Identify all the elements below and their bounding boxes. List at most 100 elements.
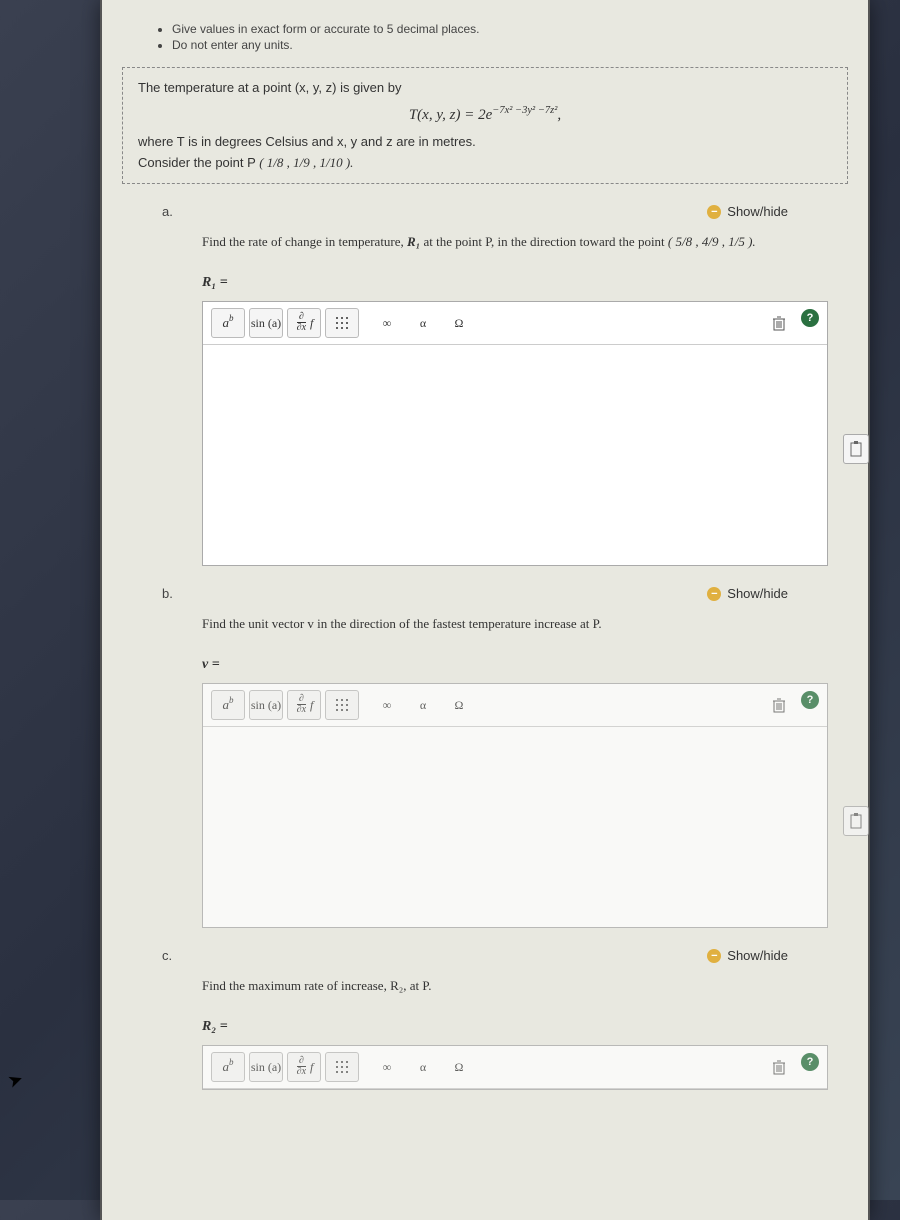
clipboard-button[interactable] bbox=[843, 806, 869, 836]
partial-button[interactable]: ∂∂x f bbox=[287, 690, 321, 720]
toolbar-a: ab sin (a) ∂∂x f ∞ α Ω bbox=[203, 302, 827, 345]
p-den: ∂x bbox=[295, 323, 308, 335]
ab-b: b bbox=[229, 313, 234, 323]
p-f: f bbox=[310, 316, 313, 331]
toolbar-c: ab sin (a) ∂∂x f ∞ α Ω bbox=[203, 1046, 827, 1089]
omega-button[interactable]: Ω bbox=[443, 309, 475, 337]
q-r1: R₁ bbox=[407, 234, 420, 249]
trash-icon bbox=[771, 314, 787, 332]
superscript-button[interactable]: ab bbox=[211, 690, 245, 720]
sin-button[interactable]: sin (a) bbox=[249, 308, 283, 338]
part-a-question: Find the rate of change in temperature, … bbox=[202, 234, 828, 250]
infinity-button[interactable]: ∞ bbox=[371, 1053, 403, 1081]
showhide-toggle[interactable]: − Show/hide bbox=[707, 586, 788, 601]
part-b-header: b. − Show/hide bbox=[162, 586, 848, 601]
delete-button[interactable] bbox=[763, 309, 795, 337]
editor-input-b[interactable] bbox=[203, 727, 827, 927]
superscript-button[interactable]: ab bbox=[211, 1052, 245, 1082]
toolbar-b: ab sin (a) ∂∂x f ∞ α Ω bbox=[203, 684, 827, 727]
part-c-question: Find the maximum rate of increase, R₂, a… bbox=[202, 978, 828, 994]
p-den: ∂x bbox=[295, 705, 308, 717]
delete-button[interactable] bbox=[763, 691, 795, 719]
showhide-text: Show/hide bbox=[727, 204, 788, 219]
formula-end: , bbox=[557, 107, 561, 123]
problem-where: where T is in degrees Celsius and x, y a… bbox=[138, 134, 832, 149]
superscript-button[interactable]: ab bbox=[211, 308, 245, 338]
trash-icon bbox=[771, 696, 787, 714]
matrix-button[interactable] bbox=[325, 1052, 359, 1082]
p-f: f bbox=[310, 1060, 313, 1075]
sin-button[interactable]: sin (a) bbox=[249, 690, 283, 720]
problem-consider: Consider the point P ( 1/8 , 1/9 , 1/10 … bbox=[138, 155, 832, 171]
matrix-button[interactable] bbox=[325, 690, 359, 720]
part-b-question: Find the unit vector v in the direction … bbox=[202, 616, 828, 632]
consider-text: Consider the point P bbox=[138, 155, 256, 170]
q-pre: Find the rate of change in temperature, bbox=[202, 234, 407, 249]
minus-icon: − bbox=[707, 949, 721, 963]
part-a: a. − Show/hide Find the rate of change i… bbox=[122, 204, 848, 566]
clipboard-button[interactable] bbox=[843, 434, 869, 464]
answer-label-a: R₁ = bbox=[202, 275, 828, 291]
point-p: ( 1/8 , 1/9 , 1/10 ). bbox=[259, 155, 353, 170]
p-f: f bbox=[310, 698, 313, 713]
instructions-list: Give values in exact form or accurate to… bbox=[122, 22, 848, 52]
infinity-button[interactable]: ∞ bbox=[371, 691, 403, 719]
showhide-text: Show/hide bbox=[727, 948, 788, 963]
part-b-body: Find the unit vector v in the direction … bbox=[202, 616, 828, 928]
alpha-button[interactable]: α bbox=[407, 1053, 439, 1081]
help-button[interactable]: ? bbox=[801, 691, 819, 709]
q-target: ( 5/8 , 4/9 , 1/5 ). bbox=[668, 234, 756, 249]
minus-icon: − bbox=[707, 205, 721, 219]
omega-button[interactable]: Ω bbox=[443, 691, 475, 719]
problem-statement: The temperature at a point (x, y, z) is … bbox=[122, 67, 848, 184]
q-mid: at the point P, in the direction toward … bbox=[420, 234, 668, 249]
formula-lhs: T(x, y, z) = 2e bbox=[409, 107, 492, 123]
answer-label-b: v = bbox=[202, 657, 828, 673]
p-den: ∂x bbox=[295, 1067, 308, 1079]
temperature-formula: T(x, y, z) = 2e−7x² −3y² −7z², bbox=[138, 105, 832, 124]
part-a-label: a. bbox=[162, 204, 192, 219]
showhide-toggle[interactable]: − Show/hide bbox=[707, 948, 788, 963]
instruction-item: Give values in exact form or accurate to… bbox=[172, 22, 848, 36]
infinity-button[interactable]: ∞ bbox=[371, 309, 403, 337]
alpha-button[interactable]: α bbox=[407, 309, 439, 337]
alpha-button[interactable]: α bbox=[407, 691, 439, 719]
clipboard-icon bbox=[849, 813, 863, 829]
page-content: Give values in exact form or accurate to… bbox=[100, 0, 870, 1220]
part-b-label: b. bbox=[162, 586, 192, 601]
part-a-body: Find the rate of change in temperature, … bbox=[202, 234, 828, 566]
equation-editor-b: ab sin (a) ∂∂x f ∞ α Ω bbox=[202, 683, 828, 928]
help-button[interactable]: ? bbox=[801, 309, 819, 327]
dots-icon bbox=[336, 699, 349, 712]
help-button[interactable]: ? bbox=[801, 1053, 819, 1071]
part-b: b. − Show/hide Find the unit vector v in… bbox=[122, 586, 848, 928]
delete-button[interactable] bbox=[763, 1053, 795, 1081]
partial-button[interactable]: ∂∂x f bbox=[287, 1052, 321, 1082]
part-c-body: Find the maximum rate of increase, R₂, a… bbox=[202, 978, 828, 1090]
editor-input-a[interactable] bbox=[203, 345, 827, 565]
p-num: ∂ bbox=[297, 1056, 306, 1067]
partial-button[interactable]: ∂∂x f bbox=[287, 308, 321, 338]
matrix-button[interactable] bbox=[325, 308, 359, 338]
dots-icon bbox=[336, 317, 349, 330]
part-a-header: a. − Show/hide bbox=[162, 204, 848, 219]
ab-b: b bbox=[229, 1057, 234, 1067]
dots-icon bbox=[336, 1061, 349, 1074]
trash-icon bbox=[771, 1058, 787, 1076]
equation-editor-c: ab sin (a) ∂∂x f ∞ α Ω bbox=[202, 1045, 828, 1090]
part-c-header: c. − Show/hide bbox=[162, 948, 848, 963]
formula-exponent: −7x² −3y² −7z² bbox=[492, 105, 557, 116]
part-c: c. − Show/hide Find the maximum rate of … bbox=[122, 948, 848, 1090]
problem-intro: The temperature at a point (x, y, z) is … bbox=[138, 80, 832, 95]
equation-editor-a: ab sin (a) ∂∂x f ∞ α Ω bbox=[202, 301, 828, 566]
clipboard-icon bbox=[849, 441, 863, 457]
showhide-toggle[interactable]: − Show/hide bbox=[707, 204, 788, 219]
part-c-label: c. bbox=[162, 948, 192, 963]
instruction-item: Do not enter any units. bbox=[172, 38, 848, 52]
omega-button[interactable]: Ω bbox=[443, 1053, 475, 1081]
showhide-text: Show/hide bbox=[727, 586, 788, 601]
sin-button[interactable]: sin (a) bbox=[249, 1052, 283, 1082]
p-num: ∂ bbox=[297, 312, 306, 323]
intro-text: The temperature at a point (x, y, z) is … bbox=[138, 80, 402, 95]
minus-icon: − bbox=[707, 587, 721, 601]
